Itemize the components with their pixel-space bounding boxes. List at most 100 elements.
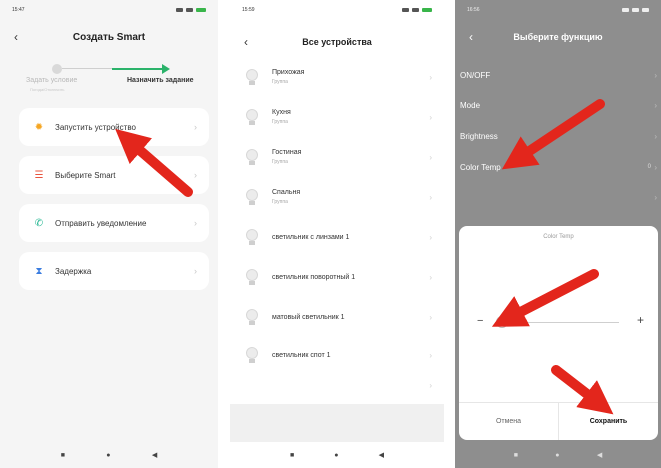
hourglass-icon: ⧗ bbox=[35, 265, 43, 277]
slider-plus-button[interactable]: + bbox=[637, 313, 644, 327]
step-arrow-icon bbox=[162, 64, 170, 74]
device-row[interactable]: матовый светильник 1 › bbox=[230, 298, 444, 336]
save-button[interactable]: Сохранить bbox=[559, 403, 658, 440]
step-dot bbox=[52, 64, 62, 74]
battery-icon bbox=[642, 8, 649, 12]
chevron-right-icon: › bbox=[654, 192, 657, 202]
card-delay[interactable]: ⧗ Задержка › bbox=[19, 252, 209, 290]
chevron-right-icon: › bbox=[429, 350, 432, 360]
device-row[interactable]: Гостиная Группа › bbox=[230, 138, 444, 176]
chevron-right-icon: › bbox=[429, 72, 432, 82]
cancel-button[interactable]: Отмена bbox=[459, 403, 559, 440]
chevron-right-icon: › bbox=[429, 112, 432, 122]
slider-thumb[interactable] bbox=[496, 316, 508, 328]
chevron-right-icon: › bbox=[194, 122, 197, 132]
page-title: Создать Smart bbox=[72, 31, 146, 43]
function-label: Mode bbox=[460, 100, 481, 110]
device-name: Кухня bbox=[272, 109, 291, 116]
recents-icon[interactable]: ■ bbox=[514, 452, 518, 459]
status-icons bbox=[622, 8, 649, 12]
device-row[interactable]: Кухня Группа › bbox=[230, 98, 444, 136]
chevron-right-icon: › bbox=[429, 380, 432, 390]
device-subtitle: Группа bbox=[272, 119, 288, 125]
device-row[interactable]: Спальня Группа › bbox=[230, 178, 444, 216]
back-arrow-icon[interactable]: ‹ bbox=[469, 30, 473, 44]
back-icon[interactable]: ◀ bbox=[152, 451, 157, 459]
back-icon[interactable]: ◀ bbox=[379, 451, 384, 459]
bulb-icon bbox=[246, 109, 258, 125]
back-icon[interactable]: ◀ bbox=[597, 451, 602, 459]
device-name: Гостиная bbox=[272, 149, 302, 156]
phone-create-smart: 15:47 ‹ Создать Smart Задать условие Пог… bbox=[0, 0, 218, 468]
card-label: Отправить уведомление bbox=[55, 218, 147, 228]
page-title: Выберите функцию bbox=[513, 32, 603, 42]
function-brightness[interactable]: Brightness › bbox=[455, 121, 661, 151]
card-send-notification[interactable]: ✆ Отправить уведомление › bbox=[19, 204, 209, 242]
wifi-icon bbox=[622, 8, 629, 12]
battery-icon bbox=[422, 8, 432, 12]
device-name: матовый светильник 1 bbox=[272, 313, 345, 321]
screenshot-collage: 15:47 ‹ Создать Smart Задать условие Пог… bbox=[0, 0, 661, 468]
chevron-right-icon: › bbox=[194, 218, 197, 228]
home-icon[interactable]: ● bbox=[106, 452, 110, 459]
recents-icon[interactable]: ■ bbox=[61, 452, 65, 459]
chevron-right-icon: › bbox=[429, 272, 432, 282]
notification-icon: ✆ bbox=[34, 217, 44, 229]
system-nav-bar: ■ ● ◀ bbox=[230, 442, 444, 468]
card-run-device[interactable]: ✹ Запустить устройство › bbox=[19, 108, 209, 146]
slider-track[interactable] bbox=[495, 322, 619, 323]
card-label: Задержка bbox=[55, 266, 92, 276]
bulb-icon bbox=[246, 309, 258, 325]
card-label: Выберите Smart bbox=[55, 170, 116, 180]
back-arrow-icon[interactable]: ‹ bbox=[244, 35, 248, 49]
status-icons bbox=[176, 8, 206, 12]
step-indicator: Задать условие Погода/Отключить Назначит… bbox=[0, 56, 218, 102]
bulb-icon bbox=[246, 69, 258, 85]
system-nav-bar: ■ ● ◀ bbox=[0, 442, 218, 468]
chevron-right-icon: › bbox=[194, 266, 197, 276]
function-label: Color Temp bbox=[460, 162, 501, 172]
recents-icon[interactable]: ■ bbox=[290, 452, 294, 459]
device-subtitle: Группа bbox=[272, 159, 288, 165]
dialog-buttons: Отмена Сохранить bbox=[459, 402, 658, 440]
chevron-right-icon: › bbox=[429, 312, 432, 322]
step-line-gray bbox=[62, 68, 112, 69]
wifi-icon bbox=[402, 8, 409, 12]
device-name: Спальня bbox=[272, 189, 301, 196]
card-select-smart[interactable]: ☰ Выберите Smart › bbox=[19, 156, 209, 194]
function-mode[interactable]: Mode › bbox=[455, 90, 661, 120]
function-on-off[interactable]: ON/OFF › bbox=[455, 60, 661, 90]
bulb-icon bbox=[246, 149, 258, 165]
card-label: Запустить устройство bbox=[55, 122, 136, 132]
bulb-icon bbox=[246, 347, 258, 363]
slider-minus-button[interactable]: − bbox=[477, 315, 483, 327]
back-arrow-icon[interactable]: ‹ bbox=[14, 30, 18, 44]
chevron-right-icon: › bbox=[194, 170, 197, 180]
function-color-temp[interactable]: Color Temp 0 › bbox=[455, 152, 661, 182]
function-empty-row[interactable]: › bbox=[455, 182, 661, 212]
chevron-right-icon: › bbox=[429, 232, 432, 242]
status-bar: 15:47 bbox=[0, 0, 218, 20]
chevron-right-icon: › bbox=[654, 100, 657, 110]
function-label: Brightness bbox=[460, 131, 498, 141]
home-icon[interactable]: ● bbox=[555, 452, 559, 459]
phone-all-devices: 15:59 ‹ Все устройства Прихожая Группа › … bbox=[230, 0, 444, 468]
header: ‹ Выберите функцию bbox=[455, 26, 661, 48]
chevron-right-icon: › bbox=[429, 192, 432, 202]
device-row[interactable]: Прихожая Группа › bbox=[230, 58, 444, 96]
status-bar: 15:59 bbox=[230, 0, 444, 20]
phone-select-function: 16:56 ‹ Выберите функцию ON/OFF › Mode ›… bbox=[455, 0, 661, 468]
device-row[interactable]: светильник поворотный 1 › bbox=[230, 258, 444, 296]
device-row[interactable]: светильник с линзами 1 › bbox=[230, 218, 444, 256]
dialog-title: Color Temp bbox=[543, 234, 574, 240]
color-temp-dialog: Color Temp − + Отмена Сохранить bbox=[459, 226, 658, 440]
step-task-label[interactable]: Назначить задание bbox=[127, 77, 194, 84]
home-icon[interactable]: ● bbox=[334, 452, 338, 459]
step-condition-label[interactable]: Задать условие bbox=[26, 77, 77, 84]
system-nav-bar: ■ ● ◀ bbox=[455, 442, 661, 468]
header: ‹ Создать Smart bbox=[0, 26, 218, 48]
function-value: 0 bbox=[647, 164, 651, 170]
device-row-empty[interactable]: › bbox=[230, 366, 444, 404]
step-line-green bbox=[112, 68, 164, 70]
bulb-icon bbox=[246, 189, 258, 205]
